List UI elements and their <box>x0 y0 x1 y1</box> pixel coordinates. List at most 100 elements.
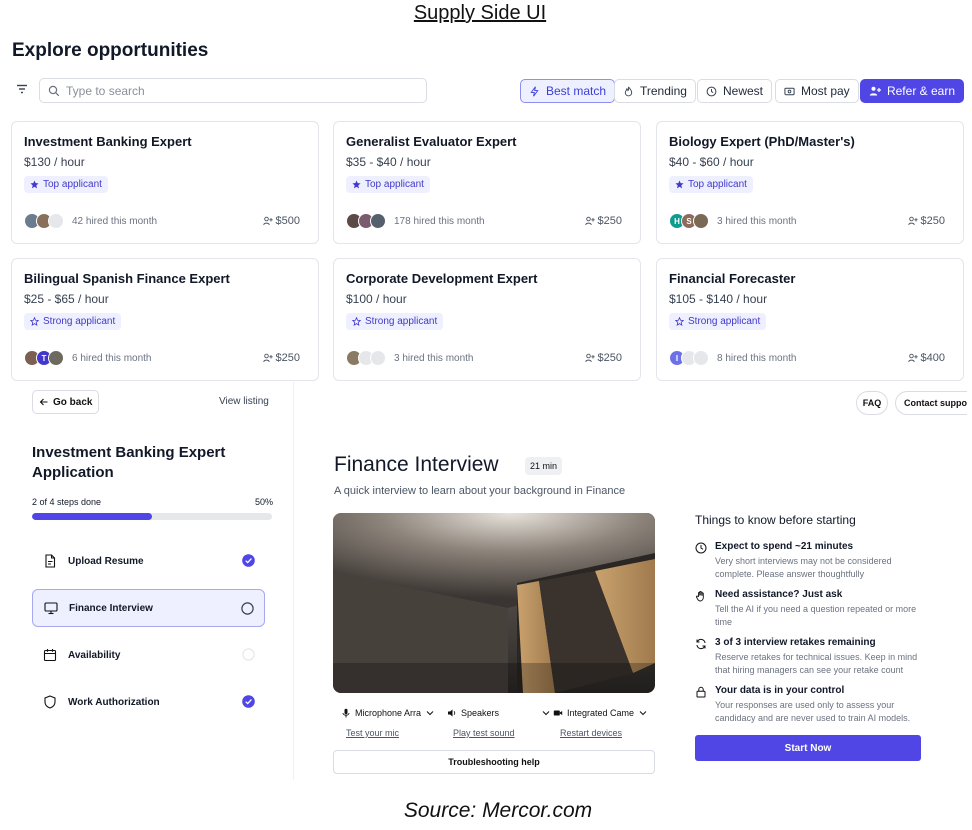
user-plus-icon <box>869 86 881 96</box>
star-filled-icon <box>30 180 39 189</box>
clock-icon <box>695 542 707 554</box>
bonus-amount: $250 <box>597 215 622 227</box>
info-title: Your data is in your control <box>715 685 845 696</box>
restart-devices-link[interactable]: Restart devices <box>560 728 622 738</box>
badge-label: Top applicant <box>365 179 424 190</box>
card-title: Investment Banking Expert <box>24 134 192 149</box>
banknote-icon <box>784 87 795 95</box>
card-title: Corporate Development Expert <box>346 271 538 286</box>
monitor-icon <box>44 602 58 615</box>
applicant-badge: Top applicant <box>669 176 753 193</box>
play-test-sound-link[interactable]: Play test sound <box>453 728 515 738</box>
card-rate: $130 / hour <box>24 155 85 169</box>
circle-outline-icon <box>242 648 255 661</box>
microphone-select[interactable]: Microphone Arra <box>341 708 435 718</box>
referral-icon <box>584 216 595 226</box>
card-title: Biology Expert (PhD/Master's) <box>669 134 855 149</box>
video-camera-icon <box>553 710 563 716</box>
faq-button[interactable]: FAQ <box>856 391 888 415</box>
test-mic-link[interactable]: Test your mic <box>346 728 399 738</box>
sort-best-match-label: Best match <box>546 84 607 98</box>
referral-bonus: $250 <box>584 352 622 364</box>
card-rate: $40 - $60 / hour <box>669 155 754 169</box>
progress-bar <box>32 513 272 520</box>
applicant-badge: Strong applicant <box>346 313 444 330</box>
badge-label: Strong applicant <box>43 316 116 327</box>
bonus-amount: $250 <box>597 352 622 364</box>
opportunity-card[interactable]: Generalist Evaluator Expert $35 - $40 / … <box>333 121 641 244</box>
view-listing-link[interactable]: View listing <box>219 396 269 407</box>
step-finance-interview[interactable]: Finance Interview <box>32 589 265 627</box>
go-back-button[interactable]: Go back <box>32 390 100 414</box>
hand-icon <box>695 590 704 602</box>
opportunity-card[interactable]: Corporate Development Expert $100 / hour… <box>333 258 641 381</box>
bonus-amount: $250 <box>275 352 300 364</box>
hired-avatars: 3 hired this month <box>346 350 474 366</box>
search-input[interactable] <box>66 83 406 98</box>
hired-count: 8 hired this month <box>717 352 797 364</box>
avatar <box>370 213 386 229</box>
opportunity-card[interactable]: Financial Forecaster $105 - $140 / hour … <box>656 258 964 381</box>
step-label: Finance Interview <box>69 602 153 614</box>
star-outline-icon <box>352 317 361 326</box>
sort-newest-label: Newest <box>723 84 764 98</box>
applicant-badge: Top applicant <box>346 176 430 193</box>
sort-most-pay-label: Most pay <box>801 84 850 98</box>
shield-icon <box>44 695 56 709</box>
star-filled-icon <box>675 180 684 189</box>
refer-earn-label: Refer & earn <box>886 84 956 98</box>
badge-label: Strong applicant <box>688 316 761 327</box>
steps-done-text: 2 of 4 steps done <box>32 497 102 507</box>
speaker-icon <box>448 709 456 717</box>
opportunity-card[interactable]: Biology Expert (PhD/Master's) $40 - $60 … <box>656 121 964 244</box>
camera-select[interactable]: Integrated Came <box>553 708 648 718</box>
info-description: Your responses are used only to assess y… <box>715 700 911 723</box>
chevron-down-icon <box>426 711 434 716</box>
avatar-placeholder <box>370 350 386 366</box>
refer-earn-button[interactable]: Refer & earn <box>860 79 964 103</box>
troubleshooting-button[interactable]: Troubleshooting help <box>333 750 655 774</box>
referral-bonus: $250 <box>584 215 622 227</box>
page-heading: Supply Side UI <box>413 2 547 24</box>
bolt-icon <box>530 85 539 97</box>
card-rate: $100 / hour <box>346 292 407 306</box>
opportunity-card[interactable]: Investment Banking Expert $130 / hour To… <box>11 121 319 244</box>
step-availability[interactable]: Availability <box>32 636 265 674</box>
info-title: Expect to spend ~21 minutes <box>715 541 854 552</box>
start-now-button[interactable]: Start Now <box>695 735 921 761</box>
hired-count: 42 hired this month <box>72 215 158 227</box>
interview-title: Finance Interview <box>334 453 499 476</box>
sort-newest-button[interactable]: Newest <box>697 79 773 103</box>
contact-support-button[interactable]: Contact support <box>895 391 967 415</box>
step-upload-resume[interactable]: Upload Resume <box>32 542 265 580</box>
speakers-select[interactable]: Speakers <box>447 708 551 718</box>
sort-most-pay-button[interactable]: Most pay <box>775 79 859 103</box>
info-description: Very short interviews may not be conside… <box>715 556 892 579</box>
star-outline-icon <box>675 317 684 326</box>
card-rate: $105 - $140 / hour <box>669 292 768 306</box>
sort-trending-button[interactable]: Trending <box>614 79 696 103</box>
star-filled-icon <box>352 180 361 189</box>
hired-avatars: I 8 hired this month <box>669 350 797 366</box>
flame-icon <box>624 86 633 96</box>
check-circle-icon <box>242 695 255 708</box>
speakers-value: Speakers <box>461 708 500 718</box>
step-label: Upload Resume <box>68 555 144 567</box>
arrow-left-icon <box>39 398 48 406</box>
opportunity-card[interactable]: Bilingual Spanish Finance Expert $25 - $… <box>11 258 319 381</box>
go-back-label: Go back <box>53 396 93 408</box>
hired-avatars: 42 hired this month <box>24 213 157 229</box>
avatar <box>693 213 709 229</box>
sort-best-match-button[interactable]: Best match <box>520 79 616 103</box>
applicant-badge: Top applicant <box>24 176 108 193</box>
step-label: Availability <box>68 649 121 661</box>
step-label: Work Authorization <box>68 696 160 708</box>
bonus-amount: $400 <box>920 352 945 364</box>
search-box <box>39 78 427 103</box>
step-work-authorization[interactable]: Work Authorization <box>32 683 265 721</box>
referral-bonus: $250 <box>907 215 945 227</box>
badge-label: Top applicant <box>688 179 747 190</box>
calendar-icon <box>43 649 57 662</box>
filter-icon[interactable] <box>15 82 29 96</box>
search-icon <box>48 85 60 96</box>
